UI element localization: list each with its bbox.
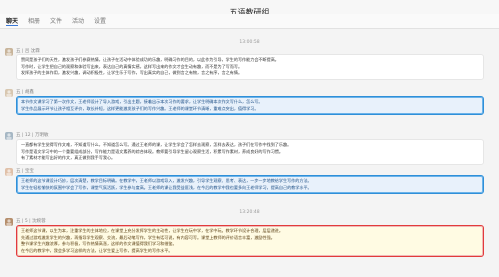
timestamp: 13:20:48 [239, 210, 260, 215]
avatar[interactable] [5, 218, 13, 226]
message-line: 学生作品展示环节让孩子相互评价，取长补短，这样更能激发孩子们的写作兴趣。王老师的… [21, 105, 259, 111]
message-line: 本节作文课学习了第一次作文，王老师设计了导入游戏，引出主题，接着出示本次习作的要… [21, 99, 263, 104]
message-feed[interactable]: 13:00:58 五 | 吕 沈霖 赞同是孩子们的天性，激发孩子们参赛热情，让孩… [0, 29, 499, 277]
sender-name[interactable]: 五 | 12 | 万明敏 [16, 132, 48, 138]
tab-files[interactable]: 文件 [50, 16, 62, 25]
sender-name[interactable]: 五 | 宝宝 [16, 168, 34, 174]
sender-name[interactable]: 五 | 5 | 沈婉蓉 [16, 218, 46, 224]
message-bubble[interactable]: 赞同是孩子们的天性，激发孩子们参赛热情，让孩子在活动中体验成功的乐趣，明确习作的… [16, 54, 484, 80]
avatar[interactable] [5, 132, 13, 140]
message-bubble-highlighted[interactable]: 王老师的这节课设计巧妙，层次清楚，教学目标明确。在教学中，王老师以游戏导入，激发… [16, 175, 484, 195]
timestamp: 13:00:58 [239, 40, 260, 45]
avatar[interactable] [5, 168, 13, 176]
message-line: 有了素材才能写出好的作文，真正做到我手写我心。 [21, 155, 116, 161]
tab-chat[interactable]: 聊天 [6, 16, 19, 26]
tab-activities[interactable]: 活动 [72, 16, 84, 25]
message-line: 王老师的这节课设计巧妙，层次清楚，教学目标明确。在教学中，王老师以游戏导入，激发… [21, 178, 312, 183]
tab-bar: 聊天 相册 文件 活动 设置 [0, 14, 499, 29]
message-line: 在今后的教学中，我会多学习这样的方法，让学生爱上写作，提高学生的写作水平。 [21, 247, 173, 253]
message-bubble-highlighted[interactable]: 王老师这节课，以生为本，注重学生的主体地位，在课堂上充分发挥学生的主动性，让学生… [16, 225, 484, 258]
message-line: 发挥孩子的主体作用，激发兴趣，调动积极性，让学生乐于写作，写出真实的自己，做到言… [21, 70, 243, 76]
window-titlebar: 五语教研组 [0, 0, 499, 17]
message-line: 一直都有学生觉得写作文难，不知道写什么，不知道怎么写。通过王老师的课，让学生学会… [21, 142, 292, 147]
tab-settings[interactable]: 设置 [94, 16, 106, 25]
message-line: 王老师这节课，以生为本，注重学生的主体地位，在课堂上充分发挥学生的主动性，让学生… [21, 228, 283, 233]
message-line: 整节课学生兴趣浓厚，参与积极，写作热情高涨，这样的作文课值得我们学习和借鉴。 [21, 241, 177, 247]
message-bubble-highlighted[interactable]: 本节作文课学习了第一次作文，王老师设计了导入游戏，引出主题，接着出示本次习作的要… [16, 96, 484, 116]
avatar[interactable] [5, 89, 13, 97]
sender-name[interactable]: 五 | 胡鑫 [16, 89, 34, 95]
message-bubble[interactable]: 一直都有学生觉得写作文难，不知道写什么，不知道怎么写。通过王老师的课，让学生学会… [16, 139, 484, 165]
tab-album[interactable]: 相册 [28, 16, 40, 25]
avatar[interactable] [5, 48, 13, 56]
message-line: 赞同是孩子们的天性，激发孩子们参赛热情，让孩子在活动中体验成功的乐趣，明确习作的… [21, 57, 279, 62]
message-line: 学生在轻松愉快的氛围中学会了写作，课堂气氛活跃，学生参与度高。王老师的课让我受益… [21, 184, 312, 190]
